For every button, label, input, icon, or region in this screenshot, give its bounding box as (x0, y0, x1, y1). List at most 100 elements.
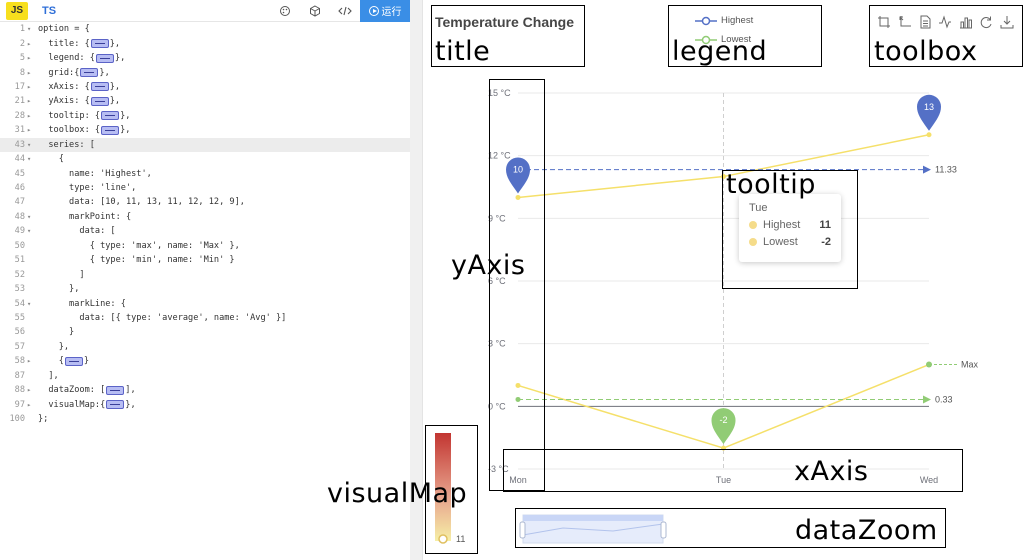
fold-toggle-icon[interactable]: ▸ (27, 40, 36, 48)
fold-toggle-icon[interactable]: ▾ (27, 25, 36, 33)
code-text: ], (38, 370, 59, 381)
code-line[interactable]: 48 ▾ markPoint: { (0, 210, 410, 224)
code-line[interactable]: 5 ▸ legend: {}, (0, 51, 410, 65)
code-line[interactable]: 54 ▾ markLine: { (0, 296, 410, 310)
line-number: 100 (9, 414, 25, 425)
run-button[interactable]: 运行 (360, 0, 410, 22)
code-line[interactable]: 56 } (0, 325, 410, 339)
line-number: 87 (14, 370, 25, 381)
line-number: 48 (14, 211, 25, 222)
folded-block-icon[interactable] (106, 400, 125, 410)
cube-icon[interactable] (300, 0, 330, 22)
title-annotation-label: title (435, 36, 491, 67)
line-number: 50 (14, 240, 25, 251)
code-text: xAxis: { (38, 81, 90, 92)
line-number: 31 (14, 125, 25, 136)
code-text: { (38, 154, 64, 165)
fold-toggle-icon[interactable]: ▾ (27, 155, 36, 163)
yaxis-annotation-box (489, 79, 545, 491)
fold-toggle-icon[interactable]: ▸ (27, 386, 36, 394)
code-line[interactable]: 47 data: [10, 11, 13, 11, 12, 12, 9], (0, 195, 410, 209)
max-pin-marker: 13 (917, 94, 941, 131)
js-tab[interactable]: JS (6, 1, 28, 20)
folded-block-icon[interactable] (90, 96, 109, 106)
code-line[interactable]: 31 ▸ toolbox: {}, (0, 123, 410, 137)
folded-block-icon[interactable] (80, 68, 99, 78)
line-number: 53 (14, 284, 25, 295)
code-text: data: [10, 11, 13, 11, 12, 12, 9], (38, 197, 245, 208)
line-number: 51 (14, 255, 25, 266)
legend-annotation-label: legend (672, 36, 768, 67)
line-number: 44 (14, 154, 25, 165)
line-number: 1 (19, 24, 25, 35)
code-text-suffix: }, (114, 53, 126, 64)
fold-toggle-icon[interactable]: ▾ (27, 141, 36, 149)
code-line[interactable]: 8 ▸ grid:{}, (0, 65, 410, 79)
fold-toggle-icon[interactable]: ▸ (27, 112, 36, 120)
fold-toggle-icon[interactable]: ▸ (27, 83, 36, 91)
palette-icon[interactable] (270, 0, 300, 22)
code-line[interactable]: 44 ▾ { (0, 152, 410, 166)
datazoom-annotation-label: dataZoom (795, 515, 938, 546)
code-line[interactable]: 43 ▾ series: [ (0, 137, 410, 152)
code-line[interactable]: 49 ▾ data: [ (0, 224, 410, 238)
code-line[interactable]: 1 ▾ option = { (0, 22, 410, 36)
pin-shape (711, 408, 736, 445)
line-number: 54 (14, 298, 25, 309)
fold-toggle-icon[interactable]: ▸ (27, 357, 36, 365)
folded-block-icon[interactable] (64, 356, 83, 366)
line-number: 46 (14, 183, 25, 194)
code-line[interactable]: 53 }, (0, 282, 410, 296)
code-line[interactable]: 58 ▸ {} (0, 354, 410, 368)
ts-tab[interactable]: TS (42, 5, 56, 17)
fold-toggle-icon[interactable]: ▸ (27, 97, 36, 105)
code-line[interactable]: 100}; (0, 412, 410, 426)
code-line[interactable]: 46 type: 'line', (0, 181, 410, 195)
code-line[interactable]: 17 ▸ xAxis: {}, (0, 80, 410, 94)
code-line[interactable]: 97 ▸ visualMap:{}, (0, 397, 410, 411)
folded-block-icon[interactable] (101, 125, 120, 135)
code-text: grid:{ (38, 67, 80, 78)
code-line[interactable]: 50 { type: 'max', name: 'Max' }, (0, 239, 410, 253)
code-line[interactable]: 87 ], (0, 369, 410, 383)
code-line[interactable]: 88 ▸ dataZoom: [], (0, 383, 410, 397)
line-number: 17 (14, 81, 25, 92)
fold-toggle-icon[interactable]: ▸ (27, 54, 36, 62)
code-line[interactable]: 21 ▸ yAxis: {}, (0, 94, 410, 108)
mark-line-arrow-icon (923, 395, 931, 404)
tooltip-annotation-label: tooltip (726, 169, 816, 200)
line-number: 2 (19, 38, 25, 49)
fold-toggle-icon[interactable]: ▸ (27, 126, 36, 134)
line-number: 88 (14, 385, 25, 396)
fold-toggle-icon[interactable]: ▸ (27, 69, 36, 77)
code-text: data: [ (38, 226, 116, 237)
code-line[interactable]: 2 ▸ title: {}, (0, 36, 410, 50)
fold-toggle-icon[interactable]: ▾ (27, 227, 36, 235)
line-number: 58 (14, 356, 25, 367)
folded-block-icon[interactable] (90, 82, 109, 92)
code-line[interactable]: 57 }, (0, 340, 410, 354)
folded-block-icon[interactable] (90, 39, 109, 49)
code-icon[interactable] (330, 0, 360, 22)
code-line[interactable]: 45 name: 'Highest', (0, 166, 410, 180)
average-label: 0.33 (935, 394, 953, 404)
code-text-suffix: ], (125, 385, 136, 396)
line-number: 21 (14, 96, 25, 107)
code-line[interactable]: 52 ] (0, 267, 410, 281)
pane-divider[interactable] (410, 0, 422, 560)
code-text: markPoint: { (38, 211, 132, 222)
code-text-suffix: }, (125, 399, 136, 410)
fold-toggle-icon[interactable]: ▾ (27, 213, 36, 221)
folded-block-icon[interactable] (95, 53, 114, 63)
folded-block-icon[interactable] (101, 111, 120, 121)
folded-block-icon[interactable] (106, 385, 125, 395)
code-area[interactable]: 1 ▾ option = {2 ▸ title: {}, 5 ▸ legend: {}, 8… (0, 22, 410, 426)
code-line[interactable]: 51 { type: 'min', name: 'Min' } (0, 253, 410, 267)
line-number: 56 (14, 327, 25, 338)
code-line[interactable]: 28 ▸ tooltip: {}, (0, 109, 410, 123)
code-text: series: [ (38, 139, 95, 150)
fold-toggle-icon[interactable]: ▸ (27, 401, 36, 409)
code-line[interactable]: 55 data: [{ type: 'average', name: 'Avg'… (0, 311, 410, 325)
fold-toggle-icon[interactable]: ▾ (27, 300, 36, 308)
chart-preview-panel: 15 °C 12 °C 9 °C 6 °C 3 °C 0 °C -3 °C Mon Tue Wed… (327, 0, 1024, 560)
